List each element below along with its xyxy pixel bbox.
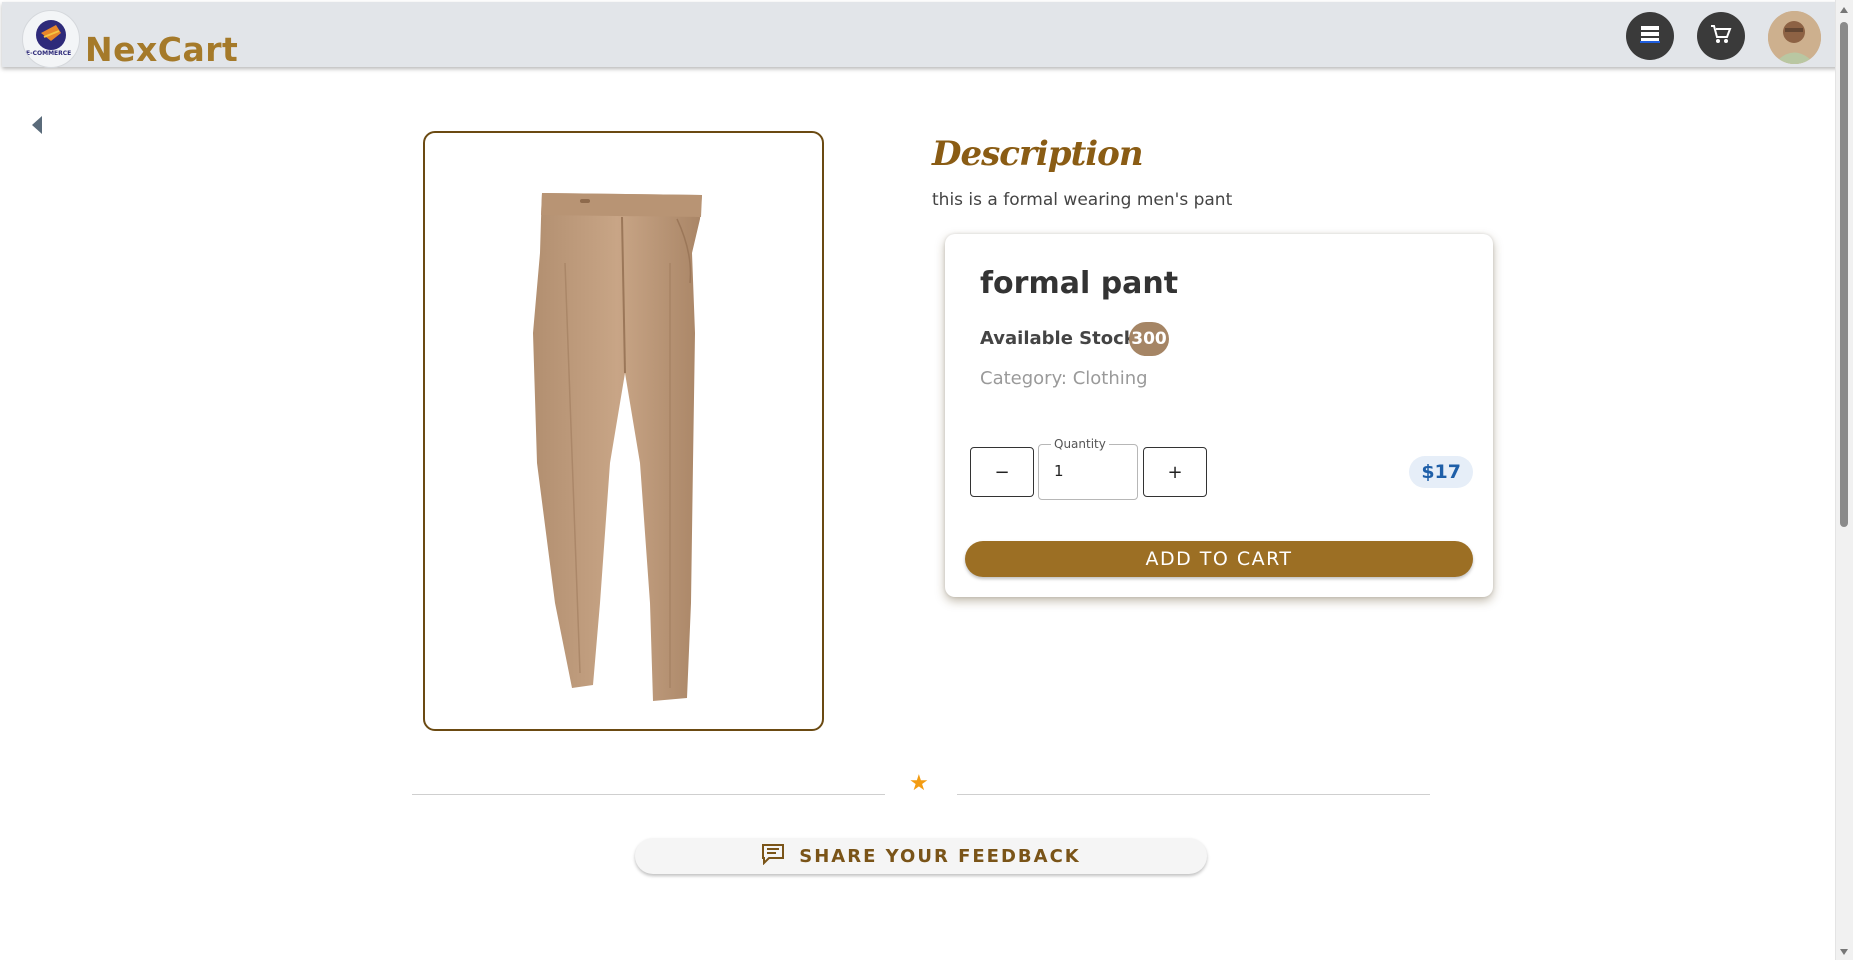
product-info-card: formal pant Available Stock : 300 Catego… [945,234,1493,597]
list-icon [1640,25,1660,47]
description-text: this is a formal wearing men's pant [932,190,1233,210]
divider-right [957,794,1430,795]
scroll-thumb[interactable] [1840,22,1848,527]
share-feedback-button[interactable]: SHARE YOUR FEEDBACK [635,838,1207,874]
back-arrow-icon[interactable] [32,116,42,134]
feedback-label: SHARE YOUR FEEDBACK [799,845,1081,867]
decrement-button[interactable]: − [970,447,1034,497]
divider-left [412,794,885,795]
menu-button[interactable] [1626,12,1674,60]
quantity-field[interactable]: Quantity 1 [1038,437,1138,500]
app-bar: E-COMMERCE NexCart [2,2,1842,69]
product-image-card [423,131,824,731]
page-scrollbar[interactable] [1835,0,1853,960]
logo-text: E-COMMERCE [26,50,72,57]
logo[interactable]: E-COMMERCE [22,10,80,68]
quantity-input[interactable]: 1 [1054,462,1064,480]
product-image [533,193,702,701]
increment-button[interactable]: + [1143,447,1207,497]
price-badge: $17 [1409,456,1473,488]
cart-icon [1710,24,1732,48]
product-name: formal pant [980,266,1179,301]
feedback-icon [761,843,785,869]
star-icon: ★ [909,771,929,796]
brand-name[interactable]: NexCart [85,30,238,69]
add-to-cart-button[interactable]: ADD TO CART [965,541,1473,577]
scroll-down-icon[interactable] [1840,949,1848,955]
description-title: Description [932,134,1144,174]
cart-button[interactable] [1697,12,1745,60]
user-avatar[interactable] [1768,11,1821,64]
stock-label: Available Stock : [980,328,1150,349]
scroll-up-icon[interactable] [1840,7,1848,13]
stock-badge: 300 [1129,322,1169,356]
category-label: Category: Clothing [980,368,1148,389]
quantity-label: Quantity [1051,437,1109,451]
